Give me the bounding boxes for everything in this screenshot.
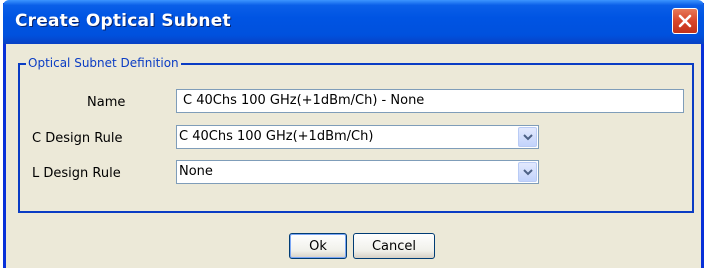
close-button[interactable] (672, 8, 698, 34)
create-optical-subnet-dialog: Create Optical Subnet Optical Subnet Def… (3, 0, 704, 268)
chevron-down-icon (522, 169, 533, 176)
group-legend: Optical Subnet Definition (26, 56, 181, 70)
c-design-rule-value: C 40Chs 100 GHz(+1dBm/Ch) (179, 129, 374, 144)
name-field[interactable]: C 40Chs 100 GHz(+1dBm/Ch) - None (176, 89, 684, 113)
title-bar[interactable]: Create Optical Subnet (3, 0, 704, 44)
name-label: Name (87, 95, 126, 110)
ok-button[interactable]: Ok (289, 233, 347, 259)
optical-subnet-definition-group: Optical Subnet Definition Name C 40Chs 1… (18, 56, 694, 213)
l-design-rule-select[interactable]: None (176, 160, 539, 184)
close-icon (678, 14, 692, 28)
chevron-down-icon (522, 134, 533, 141)
l-design-rule-value: None (179, 164, 213, 179)
cancel-button[interactable]: Cancel (353, 233, 435, 259)
dialog-title: Create Optical Subnet (15, 11, 231, 31)
c-design-rule-select[interactable]: C 40Chs 100 GHz(+1dBm/Ch) (176, 125, 539, 149)
c-design-rule-dropdown-button[interactable] (518, 127, 537, 147)
l-design-rule-dropdown-button[interactable] (518, 162, 537, 182)
l-design-rule-label: L Design Rule (32, 166, 121, 181)
c-design-rule-label: C Design Rule (32, 131, 123, 146)
